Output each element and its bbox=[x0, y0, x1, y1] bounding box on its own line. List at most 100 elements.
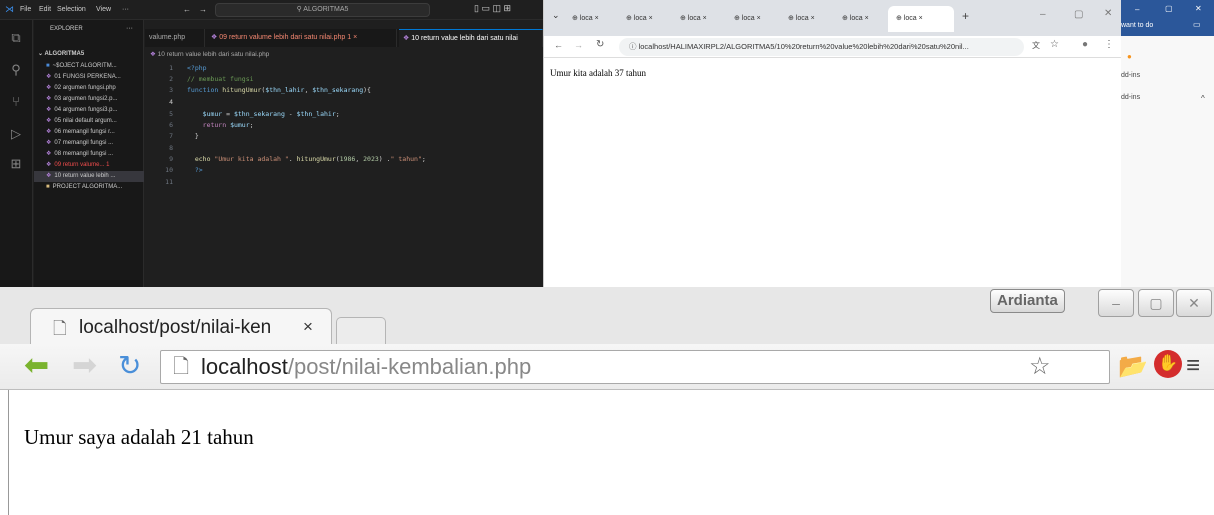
maximize-icon[interactable]: ▢ bbox=[1165, 4, 1173, 13]
php-file-icon: ❖ bbox=[46, 96, 52, 102]
source-control-icon[interactable]: ⑂ bbox=[8, 94, 24, 110]
file-item[interactable]: ■ ~$OJECT ALGORITM... bbox=[34, 61, 144, 72]
search-icon[interactable]: ⚲ bbox=[8, 62, 24, 78]
word-ribbon: ● dd-ins dd-ins ^ bbox=[1121, 36, 1214, 287]
page-icon: 🗋 bbox=[53, 319, 67, 338]
forward-icon[interactable]: → bbox=[574, 40, 583, 50]
extension-folder-icon[interactable]: 📂 bbox=[1118, 352, 1148, 381]
file-item[interactable]: ❖ 01 FUNGSI PERKENA... bbox=[34, 72, 144, 83]
code-editor[interactable]: 1 2 3 4 5 6 7 8 9 10 11 <?php // membuat… bbox=[145, 62, 543, 287]
close-icon: × bbox=[702, 15, 707, 22]
forward-icon[interactable]: ➡ bbox=[72, 350, 97, 382]
close-window-icon[interactable]: ✕ bbox=[1104, 8, 1112, 19]
line-number: 2 bbox=[169, 75, 173, 83]
php-file-icon: ❖ bbox=[46, 107, 52, 113]
back-icon[interactable]: ← bbox=[554, 40, 563, 50]
chrome-toolbar: ⬅ ➡ ↻ 🗋 localhost/post/nilai-kembalian.p… bbox=[0, 344, 1214, 390]
line-number: 5 bbox=[169, 110, 173, 118]
vscode-logo-icon: ⋊ bbox=[5, 4, 14, 14]
bookmark-star-icon[interactable]: ☆ bbox=[1050, 39, 1059, 50]
close-icon: × bbox=[756, 15, 761, 22]
file-item[interactable]: ❖ 02 argumen fungsi.php bbox=[34, 83, 144, 94]
back-icon[interactable]: ⬅ bbox=[24, 350, 49, 382]
chrome-window-bottom: Ardianta – ▢ ✕ 🗋 localhost/post/nilai-ke… bbox=[0, 287, 1214, 515]
menu-hamburger-icon[interactable]: ≡ bbox=[1186, 352, 1200, 380]
menu-more[interactable]: ··· bbox=[122, 6, 129, 13]
browser-tab[interactable]: ⊕ loca × bbox=[618, 6, 672, 32]
line-number: 7 bbox=[169, 132, 173, 140]
profile-icon[interactable]: ● bbox=[1082, 39, 1088, 50]
close-icon: × bbox=[648, 15, 653, 22]
browser-tab-active[interactable]: ⊕ loca × bbox=[888, 6, 954, 32]
maximize-icon[interactable]: ▢ bbox=[1074, 9, 1083, 20]
stop-extension-icon[interactable]: ✋ bbox=[1154, 350, 1182, 378]
extensions-icon[interactable]: ⊞ bbox=[8, 156, 24, 172]
close-icon[interactable]: × bbox=[303, 317, 313, 337]
comment-icon[interactable]: ▭ bbox=[1193, 20, 1201, 29]
address-bar[interactable]: ⓘ localhost/HALIMAXIRPL2/ALGORITMA5/10%2… bbox=[619, 38, 1024, 56]
new-tab-button[interactable] bbox=[336, 317, 386, 344]
php-file-icon: ❖ bbox=[46, 173, 52, 179]
line-number: 11 bbox=[165, 178, 173, 186]
browser-tab[interactable]: ⊕ loca × bbox=[564, 6, 618, 32]
project-file-icon: ■ bbox=[46, 184, 50, 190]
minimize-icon[interactable]: – bbox=[1040, 9, 1046, 20]
translate-icon[interactable]: 文 bbox=[1032, 40, 1040, 51]
file-item[interactable]: ❖ 08 memangil fungsi ... bbox=[34, 149, 144, 160]
menu-kebab-icon[interactable]: ⋮ bbox=[1104, 39, 1114, 50]
collapse-ribbon-icon[interactable]: ^ bbox=[1201, 94, 1205, 103]
minimize-icon[interactable]: – bbox=[1098, 289, 1134, 317]
browser-tab[interactable]: ⊕ loca × bbox=[780, 6, 834, 32]
globe-icon: ⊕ bbox=[788, 15, 796, 22]
reload-icon[interactable]: ↻ bbox=[118, 350, 141, 382]
file-item[interactable]: ❖ 06 memangil fungsi r... bbox=[34, 127, 144, 138]
file-item[interactable]: ■ PROJECT ALGORITMA... bbox=[34, 182, 144, 193]
file-item-error[interactable]: ❖ 09 return valume... 1 bbox=[34, 160, 144, 171]
code-line: function hitungUmur($thn_lahir, $thn_sek… bbox=[187, 86, 371, 94]
file-item[interactable]: ❖ 03 argumen fungsi2.p... bbox=[34, 94, 144, 105]
file-item[interactable]: ❖ 05 nilai default argum... bbox=[34, 116, 144, 127]
addins-label[interactable]: dd-ins bbox=[1121, 94, 1140, 101]
menu-file[interactable]: File bbox=[20, 6, 31, 13]
menu-edit[interactable]: Edit bbox=[39, 6, 51, 13]
explorer-panel: EXPLORER ··· ⌄ ALGORITMA5 ■ ~$OJECT ALGOR… bbox=[34, 20, 144, 287]
explorer-root-folder[interactable]: ⌄ ALGORITMA5 bbox=[34, 49, 144, 60]
browser-tab[interactable]: ⊕ loca × bbox=[726, 6, 780, 32]
menu-view[interactable]: View bbox=[96, 6, 111, 13]
globe-icon: ⊕ bbox=[734, 15, 742, 22]
close-window-icon[interactable]: ✕ bbox=[1195, 4, 1202, 13]
file-item[interactable]: ❖ 04 argumen fungsi3.p... bbox=[34, 105, 144, 116]
file-item-selected[interactable]: ❖ 10 return value lebih ... bbox=[34, 171, 144, 182]
browser-tab[interactable]: ⊕ loca × bbox=[834, 6, 888, 32]
bookmark-star-icon[interactable]: ☆ bbox=[1029, 351, 1051, 383]
run-debug-icon[interactable]: ▷ bbox=[8, 126, 24, 142]
explorer-more-icon[interactable]: ··· bbox=[126, 25, 133, 32]
reload-icon[interactable]: ↻ bbox=[596, 39, 604, 50]
page-output: Umur kita adalah 37 tahun bbox=[550, 68, 646, 78]
tab-search-icon[interactable]: ⌄ bbox=[552, 10, 560, 21]
close-window-icon[interactable]: ✕ bbox=[1176, 289, 1212, 317]
browser-tab-active[interactable]: 🗋 localhost/post/nilai-ken × bbox=[30, 308, 332, 345]
tab-09-return[interactable]: ❖ 09 return valume lebih dari satu nilai… bbox=[207, 29, 397, 47]
tab-title: localhost/post/nilai-ken bbox=[79, 317, 272, 338]
editor-tab-bar bbox=[145, 0, 543, 20]
explorer-icon[interactable]: ⧉ bbox=[8, 30, 24, 46]
code-line: return $umur; bbox=[202, 121, 254, 129]
addins-label[interactable]: dd-ins bbox=[1121, 72, 1140, 79]
close-icon: × bbox=[810, 15, 815, 22]
maximize-icon[interactable]: ▢ bbox=[1138, 289, 1174, 317]
tab-10-return[interactable]: ❖ 10 return value lebih dari satu nilai bbox=[399, 29, 543, 47]
browser-tab[interactable]: ⊕ loca × bbox=[672, 6, 726, 32]
new-tab-button[interactable]: + bbox=[962, 9, 969, 23]
line-number: 8 bbox=[169, 144, 173, 152]
code-line: ?> bbox=[194, 166, 203, 174]
close-icon: × bbox=[353, 34, 358, 41]
minimize-icon[interactable]: – bbox=[1135, 5, 1139, 14]
address-bar[interactable]: 🗋 localhost/post/nilai-kembalian.php ☆ bbox=[160, 350, 1110, 384]
menu-selection[interactable]: Selection bbox=[57, 6, 86, 13]
breadcrumb[interactable]: ❖ 10 return value lebih dari satu nilai.… bbox=[150, 50, 269, 58]
profile-badge[interactable]: Ardianta bbox=[990, 289, 1065, 313]
tell-me-box[interactable]: want to do bbox=[1121, 22, 1153, 29]
tab-valume[interactable]: valume.php bbox=[145, 29, 205, 47]
file-item[interactable]: ❖ 07 memangil fungsi ... bbox=[34, 138, 144, 149]
